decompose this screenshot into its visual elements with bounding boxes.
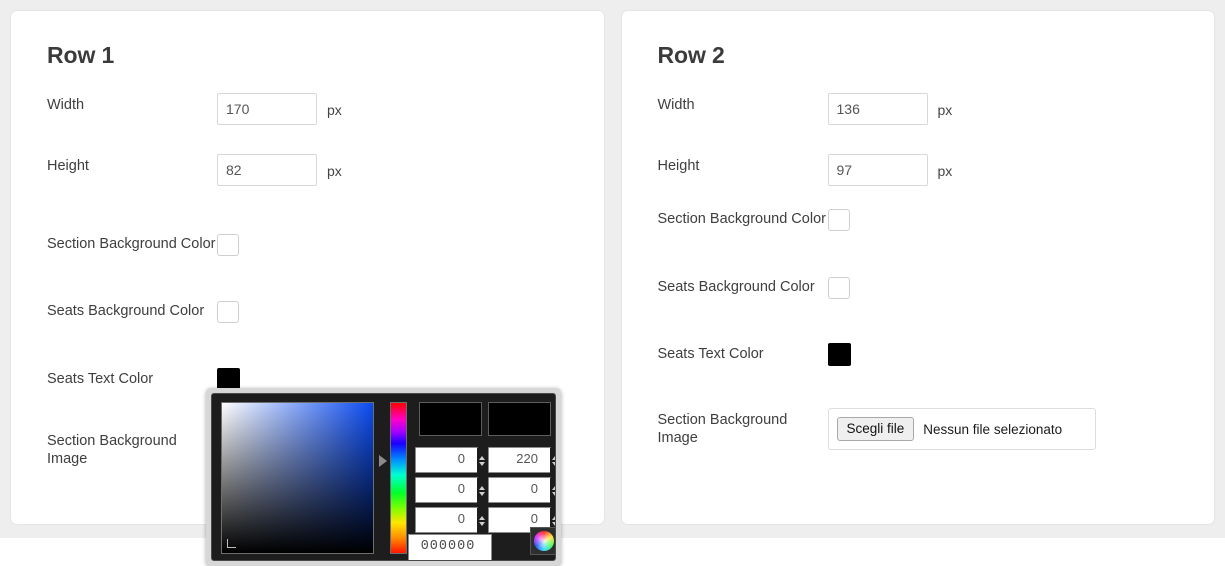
hex-value: 000000 <box>420 539 476 554</box>
section-background-color-control <box>217 232 239 256</box>
section-background-color-control-2 <box>827 207 850 231</box>
spin-value-value: 0 <box>457 511 465 526</box>
height-label: Height <box>47 158 89 174</box>
seats-background-color-control-2 <box>827 275 850 299</box>
width-unit: px <box>327 102 342 118</box>
field-section-background-color-2: Section Background Color <box>658 207 1187 231</box>
spin-down-icon[interactable] <box>479 492 485 496</box>
seats-background-color-swatch-2[interactable] <box>827 277 850 299</box>
seats-background-color-label: Seats Background Color <box>47 303 205 319</box>
field-section-background-image-2: Section Background Image Scegli file Nes… <box>658 408 1187 450</box>
spin-buttons-saturation[interactable] <box>477 478 487 504</box>
width-label: Width <box>47 97 85 113</box>
row-2-form: Width px Height px Section Background Co… <box>650 93 1187 450</box>
spin-up-icon[interactable] <box>479 516 485 520</box>
width-control: px <box>217 93 342 125</box>
field-seats-background-color: Seats Background Color <box>47 299 576 323</box>
file-status-text: Nessun file selezionato <box>923 421 1063 437</box>
spin-buttons-green[interactable] <box>550 478 555 504</box>
height-unit-2: px <box>937 163 953 179</box>
color-picker-body: 0 220 0 0 0 0 000000 <box>211 393 556 561</box>
row-2-title: Row 2 <box>657 42 725 68</box>
width-input-2[interactable] <box>827 93 928 125</box>
seats-background-color-control <box>217 299 239 323</box>
height-control-2: px <box>827 154 953 186</box>
seats-text-color-label-2: Seats Text Color <box>657 346 764 362</box>
spin-up-icon[interactable] <box>552 486 555 490</box>
seats-text-color-swatch-2[interactable] <box>827 343 851 366</box>
width-control-2: px <box>827 93 953 125</box>
section-background-image-label: Section Background Image <box>47 433 177 467</box>
section-background-color-label: Section Background Color <box>47 236 216 252</box>
section-background-color-label-2: Section Background Color <box>657 211 826 227</box>
hue-strip[interactable] <box>390 402 407 554</box>
preview-old-color-swatch[interactable] <box>488 402 551 436</box>
spin-down-icon[interactable] <box>479 462 485 466</box>
page-title: Row 1 <box>47 42 115 68</box>
spin-field-saturation[interactable]: 0 <box>415 477 487 504</box>
seats-background-color-label-2: Seats Background Color <box>657 279 815 295</box>
section-background-color-swatch[interactable] <box>217 234 239 256</box>
spin-up-icon[interactable] <box>552 516 555 520</box>
screen: Row 1 Width px Height px <box>0 0 1225 566</box>
field-width: Width px <box>47 93 576 125</box>
spin-buttons-value[interactable] <box>477 508 487 534</box>
seats-background-color-swatch[interactable] <box>217 301 239 323</box>
spin-field-red[interactable]: 220 <box>488 447 555 474</box>
spin-up-icon[interactable] <box>479 486 485 490</box>
spin-buttons-hue[interactable] <box>477 448 487 474</box>
row-2-card: Row 2 Width px Height px <box>621 11 1214 524</box>
spin-field-value[interactable]: 0 <box>415 507 487 534</box>
field-height-2: Height px <box>658 154 1187 186</box>
spin-up-icon[interactable] <box>552 456 555 460</box>
section-background-image-control-2: Scegli file Nessun file selezionato <box>827 408 1096 450</box>
width-label-2: Width <box>657 97 695 113</box>
field-section-background-color: Section Background Color <box>47 232 576 256</box>
height-control: px <box>217 154 342 186</box>
spin-down-icon[interactable] <box>552 492 555 496</box>
choose-file-button[interactable]: Scegli file <box>836 417 915 441</box>
hue-selector-arrow-icon <box>379 455 387 467</box>
field-seats-text-color-2: Seats Text Color <box>658 342 1187 366</box>
spin-field-hue[interactable]: 0 <box>415 447 487 474</box>
color-wheel-icon <box>534 531 554 551</box>
spin-value-blue: 0 <box>530 511 538 526</box>
sv-cursor-marker <box>227 539 236 548</box>
color-wheel-button[interactable] <box>530 527 555 555</box>
spin-down-icon[interactable] <box>552 462 555 466</box>
spin-value-hue: 0 <box>457 451 465 466</box>
spin-value-green: 0 <box>530 481 538 496</box>
field-width-2: Width px <box>658 93 1187 125</box>
cards-container: Row 1 Width px Height px <box>0 0 1225 538</box>
spin-up-icon[interactable] <box>479 456 485 460</box>
section-background-color-swatch-2[interactable] <box>827 209 850 231</box>
seats-text-color-label: Seats Text Color <box>47 371 154 387</box>
spin-down-icon[interactable] <box>552 522 555 526</box>
height-unit: px <box>327 163 342 179</box>
file-upload-field[interactable]: Scegli file Nessun file selezionato <box>827 408 1096 450</box>
spin-value-red: 220 <box>516 451 538 466</box>
width-input[interactable] <box>217 93 317 125</box>
field-seats-background-color-2: Seats Background Color <box>658 275 1187 299</box>
spin-value-saturation: 0 <box>457 481 465 496</box>
spin-field-green[interactable]: 0 <box>488 477 555 504</box>
height-input[interactable] <box>217 154 317 186</box>
section-background-image-label-2: Section Background Image <box>657 412 788 446</box>
saturation-value-gradient[interactable] <box>221 402 374 554</box>
width-unit-2: px <box>937 102 953 118</box>
height-input-2[interactable] <box>827 154 928 186</box>
height-label-2: Height <box>657 158 700 174</box>
hex-input-field[interactable]: 000000 <box>408 534 492 560</box>
preview-new-color-swatch <box>419 402 482 436</box>
color-picker-dialog[interactable]: 0 220 0 0 0 0 000000 <box>206 388 561 566</box>
spin-down-icon[interactable] <box>479 522 485 526</box>
seats-text-color-control-2 <box>827 342 851 366</box>
spin-buttons-red[interactable] <box>550 448 555 474</box>
field-height: Height px <box>47 154 576 186</box>
